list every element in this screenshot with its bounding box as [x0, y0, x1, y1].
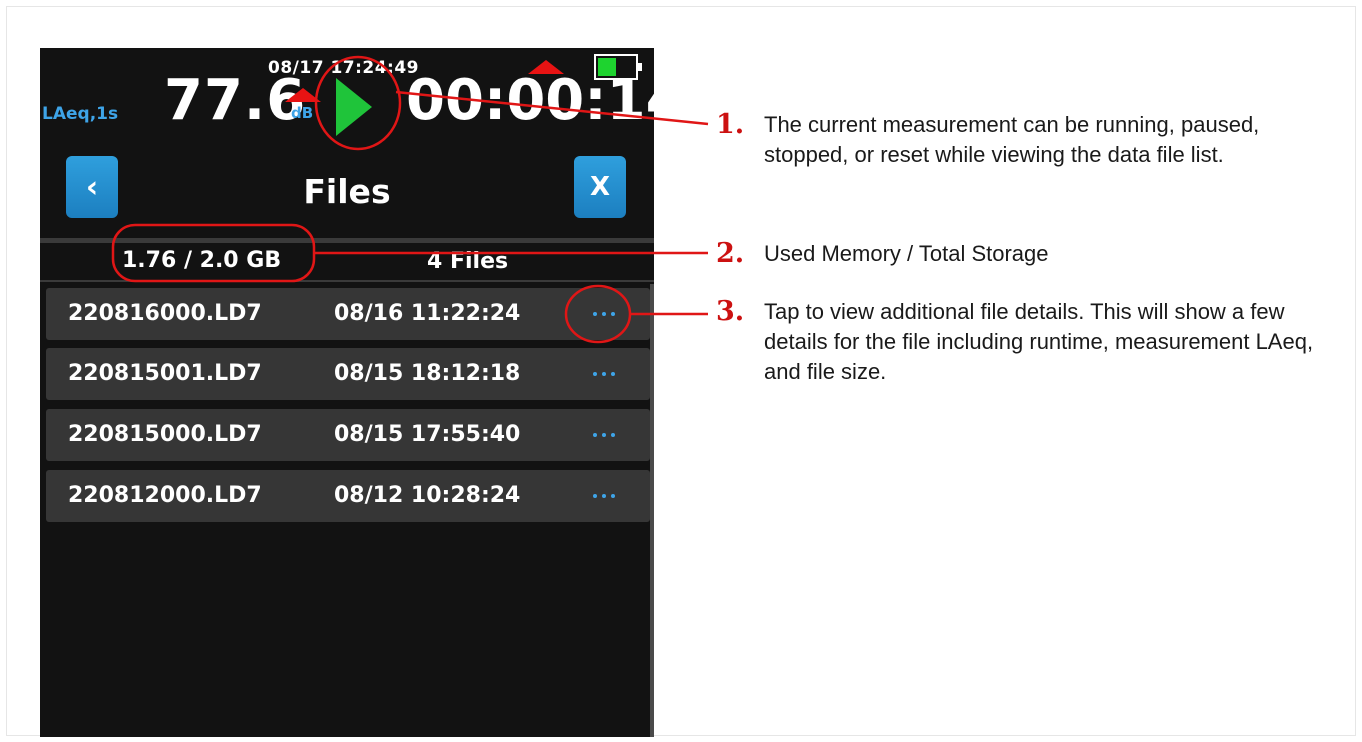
annotation-number: 3. [716, 296, 745, 327]
more-details-icon[interactable] [580, 478, 628, 514]
more-details-icon[interactable] [580, 296, 628, 332]
annotation-1: 1. The current measurement can be runnin… [716, 110, 1324, 170]
annotation-2: 2. Used Memory / Total Storage [716, 239, 1324, 269]
file-date: 08/15 17:55:40 [334, 422, 521, 447]
close-icon: X [589, 172, 611, 202]
annotation-text: The current measurement can be running, … [764, 112, 1260, 167]
close-button[interactable]: X [574, 156, 626, 218]
annotation-3: 3. Tap to view additional file details. … [716, 297, 1324, 387]
overload-indicator-icon [285, 88, 321, 102]
storage-usage: 1.76 / 2.0 GB [122, 248, 282, 273]
annotation-number: 2. [716, 238, 745, 269]
file-name: 220815000.LD7 [68, 422, 262, 447]
file-date: 08/12 10:28:24 [334, 483, 521, 508]
more-details-icon[interactable] [580, 417, 628, 453]
annotation-text: Tap to view additional file details. Thi… [764, 299, 1314, 384]
scrollbar[interactable] [650, 284, 654, 737]
file-name: 220812000.LD7 [68, 483, 262, 508]
battery-terminal [638, 63, 642, 71]
file-name: 220815001.LD7 [68, 361, 262, 386]
more-details-icon[interactable] [580, 356, 628, 392]
file-row[interactable]: 220816000.LD7 08/16 11:22:24 [46, 288, 650, 340]
file-count: 4 Files [427, 249, 509, 274]
header-divider [40, 238, 654, 243]
device-screen: 08/17 17:24:49 LAeq,1s 77.6 dB 00:00:14 … [40, 48, 654, 737]
annotation-text: Used Memory / Total Storage [764, 241, 1049, 266]
file-row[interactable]: 220815000.LD7 08/15 17:55:40 [46, 409, 650, 461]
file-date: 08/15 18:12:18 [334, 361, 521, 386]
metric-label: LAeq,1s [42, 104, 119, 124]
file-date: 08/16 11:22:24 [334, 301, 521, 326]
file-row[interactable]: 220812000.LD7 08/12 10:28:24 [46, 470, 650, 522]
sound-level-unit: dB [291, 104, 314, 122]
list-divider [40, 280, 654, 282]
battery-fill [598, 58, 616, 76]
page-title: Files [303, 172, 391, 211]
battery-icon [594, 54, 642, 80]
file-row[interactable]: 220815001.LD7 08/15 18:12:18 [46, 348, 650, 400]
play-icon[interactable] [336, 78, 372, 136]
peak-indicator-icon [528, 60, 564, 74]
file-name: 220816000.LD7 [68, 301, 262, 326]
annotation-number: 1. [716, 109, 745, 140]
